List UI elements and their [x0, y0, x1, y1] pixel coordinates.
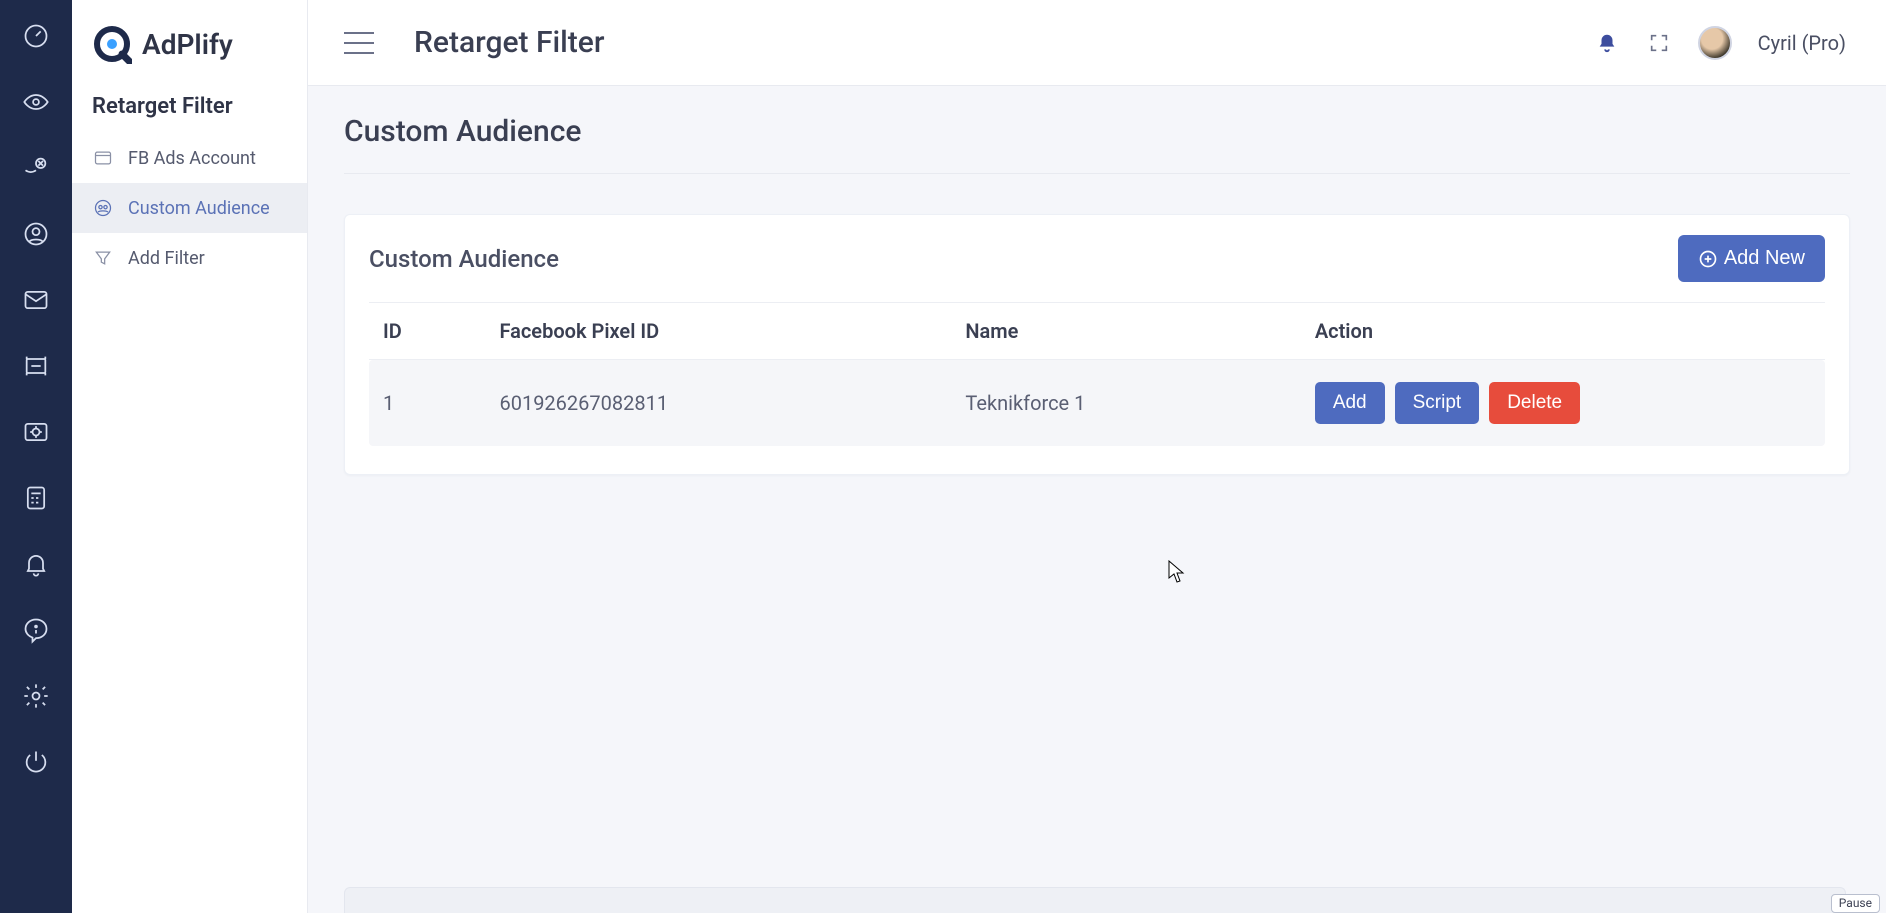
account-card-icon: [92, 147, 114, 169]
username[interactable]: Cyril (Pro): [1758, 31, 1846, 55]
col-id: ID: [369, 303, 485, 360]
rail-eye-icon[interactable]: [18, 84, 54, 120]
rail-calculator-icon[interactable]: [18, 480, 54, 516]
col-name: Name: [951, 303, 1300, 360]
table-header-row: ID Facebook Pixel ID Name Action: [369, 303, 1825, 360]
rail-info-icon[interactable]: [18, 612, 54, 648]
page-title: Custom Audience: [344, 114, 1850, 174]
rail-profile-icon[interactable]: [18, 216, 54, 252]
audience-icon: [92, 197, 114, 219]
filter-icon: [92, 247, 114, 269]
page-header-title: Retarget Filter: [414, 25, 604, 60]
cell-actions: Add Script Delete: [1301, 360, 1825, 447]
logo[interactable]: AdPlify: [72, 18, 307, 84]
sidebar-item-add-filter[interactable]: Add Filter: [72, 233, 307, 283]
sidebar-item-fb-ads-account[interactable]: FB Ads Account: [72, 133, 307, 183]
rail-bell-icon[interactable]: [18, 546, 54, 582]
col-action: Action: [1301, 303, 1825, 360]
add-new-button[interactable]: Add New: [1678, 235, 1825, 282]
cell-name: Teknikforce 1: [951, 360, 1300, 447]
logo-icon: [92, 24, 132, 64]
main-content: Custom Audience Custom Audience Add New …: [308, 86, 1886, 913]
add-new-label: Add New: [1724, 247, 1805, 270]
audience-table: ID Facebook Pixel ID Name Action 1 60192…: [369, 302, 1825, 446]
cell-pixel: 601926267082811: [485, 360, 951, 447]
sidebar-item-label: Custom Audience: [128, 198, 270, 219]
sidebar: AdPlify Retarget Filter FB Ads Account C…: [72, 0, 308, 913]
sidebar-item-custom-audience[interactable]: Custom Audience: [72, 183, 307, 233]
rail-mail-icon[interactable]: [18, 282, 54, 318]
sidebar-item-label: FB Ads Account: [128, 148, 256, 169]
pause-button[interactable]: Pause: [1831, 894, 1880, 913]
rail-power-icon[interactable]: [18, 744, 54, 780]
logo-text: AdPlify: [142, 28, 233, 61]
header: Retarget Filter Cyril (Pro): [308, 0, 1886, 86]
fullscreen-icon[interactable]: [1646, 30, 1672, 56]
sidebar-section-title: Retarget Filter: [72, 84, 307, 133]
row-delete-button[interactable]: Delete: [1489, 382, 1580, 424]
avatar[interactable]: [1698, 26, 1732, 60]
menu-toggle-icon[interactable]: [344, 32, 374, 54]
custom-audience-card: Custom Audience Add New ID Facebook Pixe…: [344, 214, 1850, 475]
notifications-icon[interactable]: [1594, 30, 1620, 56]
cell-id: 1: [369, 360, 485, 447]
icon-rail: [0, 0, 72, 913]
rail-settings-icon[interactable]: [18, 678, 54, 714]
sidebar-item-label: Add Filter: [128, 248, 205, 269]
rail-dashboard-icon[interactable]: [18, 18, 54, 54]
table-row: 1 601926267082811 Teknikforce 1 Add Scri…: [369, 360, 1825, 447]
card-title: Custom Audience: [369, 245, 559, 273]
row-script-button[interactable]: Script: [1395, 382, 1480, 424]
rail-discount-icon[interactable]: [18, 150, 54, 186]
row-add-button[interactable]: Add: [1315, 382, 1385, 424]
col-pixel: Facebook Pixel ID: [485, 303, 951, 360]
rail-ad-icon[interactable]: [18, 348, 54, 384]
bottom-panel: [344, 887, 1846, 913]
rail-target-icon[interactable]: [18, 414, 54, 450]
